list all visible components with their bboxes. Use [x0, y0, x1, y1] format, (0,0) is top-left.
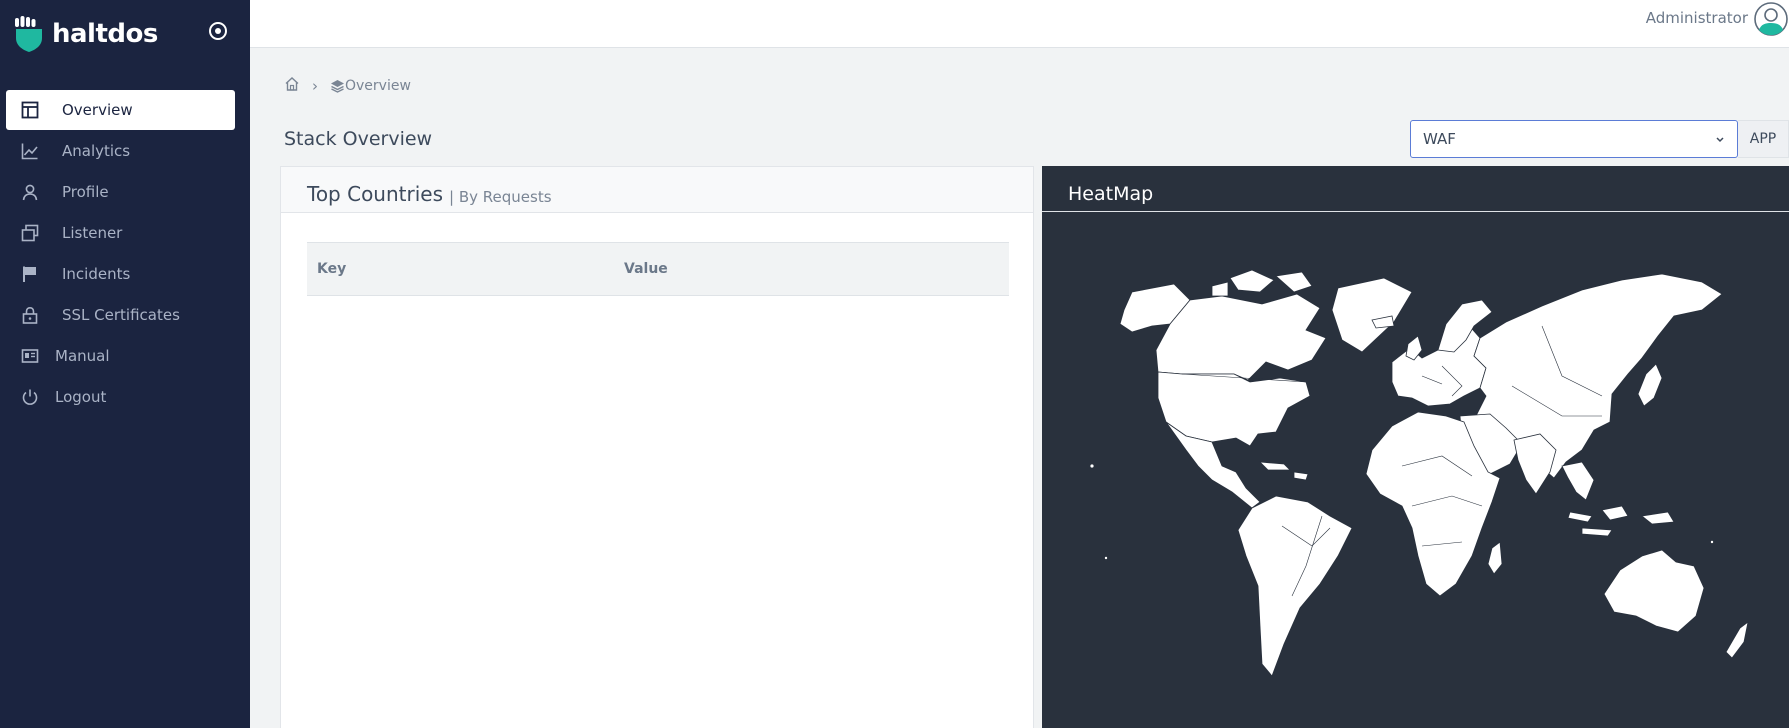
sidebar-item-label: Listener — [62, 224, 123, 242]
column-header-key[interactable]: Key — [307, 242, 614, 296]
home-icon[interactable] — [284, 76, 300, 96]
sidebar-item-logout[interactable]: Logout — [6, 377, 235, 417]
lock-icon — [20, 305, 40, 325]
column-header-value[interactable]: Value — [614, 242, 1009, 296]
map-region-madagascar — [1487, 541, 1503, 575]
user-name[interactable]: Administrator — [1646, 9, 1748, 27]
top-bar: Administrator — [250, 0, 1789, 48]
windows-icon — [20, 223, 40, 243]
sidebar-item-analytics[interactable]: Analytics — [6, 131, 235, 171]
sidebar-item-label: Overview — [62, 101, 133, 119]
map-region-south-america — [1237, 495, 1353, 677]
card-title: Top Countries — [307, 182, 444, 206]
map-region-japan — [1637, 363, 1663, 407]
table-header-row: Key Value — [307, 242, 1009, 296]
stack-type-select-value: WAF — [1423, 130, 1456, 148]
heatmap-card-header: HeatMap — [1042, 166, 1789, 212]
sidebar-item-label: Logout — [55, 388, 107, 406]
sidebar-item-label: Manual — [55, 347, 110, 365]
top-countries-card: Top Countries | By Requests Key Value — [280, 166, 1034, 728]
sidebar-item-label: Incidents — [62, 265, 131, 283]
chart-line-icon — [20, 141, 40, 161]
map-region-greenland — [1331, 277, 1413, 353]
breadcrumb-current: Overview — [330, 78, 411, 94]
flag-icon — [20, 264, 40, 284]
map-region-hawaii — [1089, 463, 1095, 469]
stack-type-select[interactable]: WAF — [1410, 120, 1738, 158]
breadcrumb-separator: › — [312, 77, 318, 95]
app-button[interactable]: APP — [1738, 120, 1789, 158]
map-region-pacific-island — [1710, 539, 1715, 544]
sidebar-item-label: Analytics — [62, 142, 131, 160]
page-title: Stack Overview — [284, 128, 433, 150]
target-icon — [209, 22, 227, 40]
user-avatar[interactable] — [1753, 1, 1789, 37]
world-map[interactable] — [1062, 266, 1782, 728]
book-icon — [20, 346, 40, 366]
map-region-australia — [1603, 549, 1705, 633]
map-region-pacific-island — [1104, 555, 1109, 560]
sidebar-item-profile[interactable]: Profile — [6, 172, 235, 212]
breadcrumb-current-label: Overview — [345, 78, 411, 94]
sidebar-item-label: Profile — [62, 183, 109, 201]
map-region-caribbean — [1258, 461, 1309, 481]
breadcrumb: › Overview — [284, 76, 411, 96]
sidebar-toggle-button[interactable] — [207, 20, 229, 42]
card-title: HeatMap — [1068, 183, 1154, 205]
map-region-southeast-asia — [1561, 461, 1595, 501]
power-icon — [20, 387, 40, 407]
brand-logo[interactable]: haltdos — [14, 16, 158, 52]
brand-name: haltdos — [52, 19, 158, 49]
map-region-europe — [1391, 321, 1487, 407]
layers-icon — [331, 79, 344, 93]
sidebar-item-label: SSL Certificates — [62, 306, 180, 324]
card-subtitle: | By Requests — [449, 188, 552, 206]
user-icon — [20, 182, 40, 202]
map-region-arctic-islands — [1211, 269, 1313, 297]
sidebar-item-ssl-certificates[interactable]: SSL Certificates — [6, 295, 235, 335]
sidebar-item-overview[interactable]: Overview — [6, 90, 235, 130]
sidebar-item-manual[interactable]: Manual — [6, 336, 235, 376]
top-countries-card-header: Top Countries | By Requests — [281, 167, 1033, 213]
map-region-indonesia — [1567, 505, 1675, 537]
fist-shield-icon — [15, 16, 42, 52]
sidebar: haltdos Overview Analytics Profile Liste… — [0, 0, 250, 728]
user-circle-icon — [1754, 2, 1788, 36]
sidebar-item-incidents[interactable]: Incidents — [6, 254, 235, 294]
sidebar-nav: Overview Analytics Profile Listener Inci… — [6, 90, 235, 418]
layout-icon — [20, 100, 40, 120]
top-countries-table: Key Value — [307, 242, 1009, 296]
map-region-new-zealand — [1725, 621, 1749, 659]
heatmap-card: HeatMap — [1042, 166, 1789, 728]
sidebar-item-listener[interactable]: Listener — [6, 213, 235, 253]
chevron-down-icon — [1716, 137, 1724, 143]
